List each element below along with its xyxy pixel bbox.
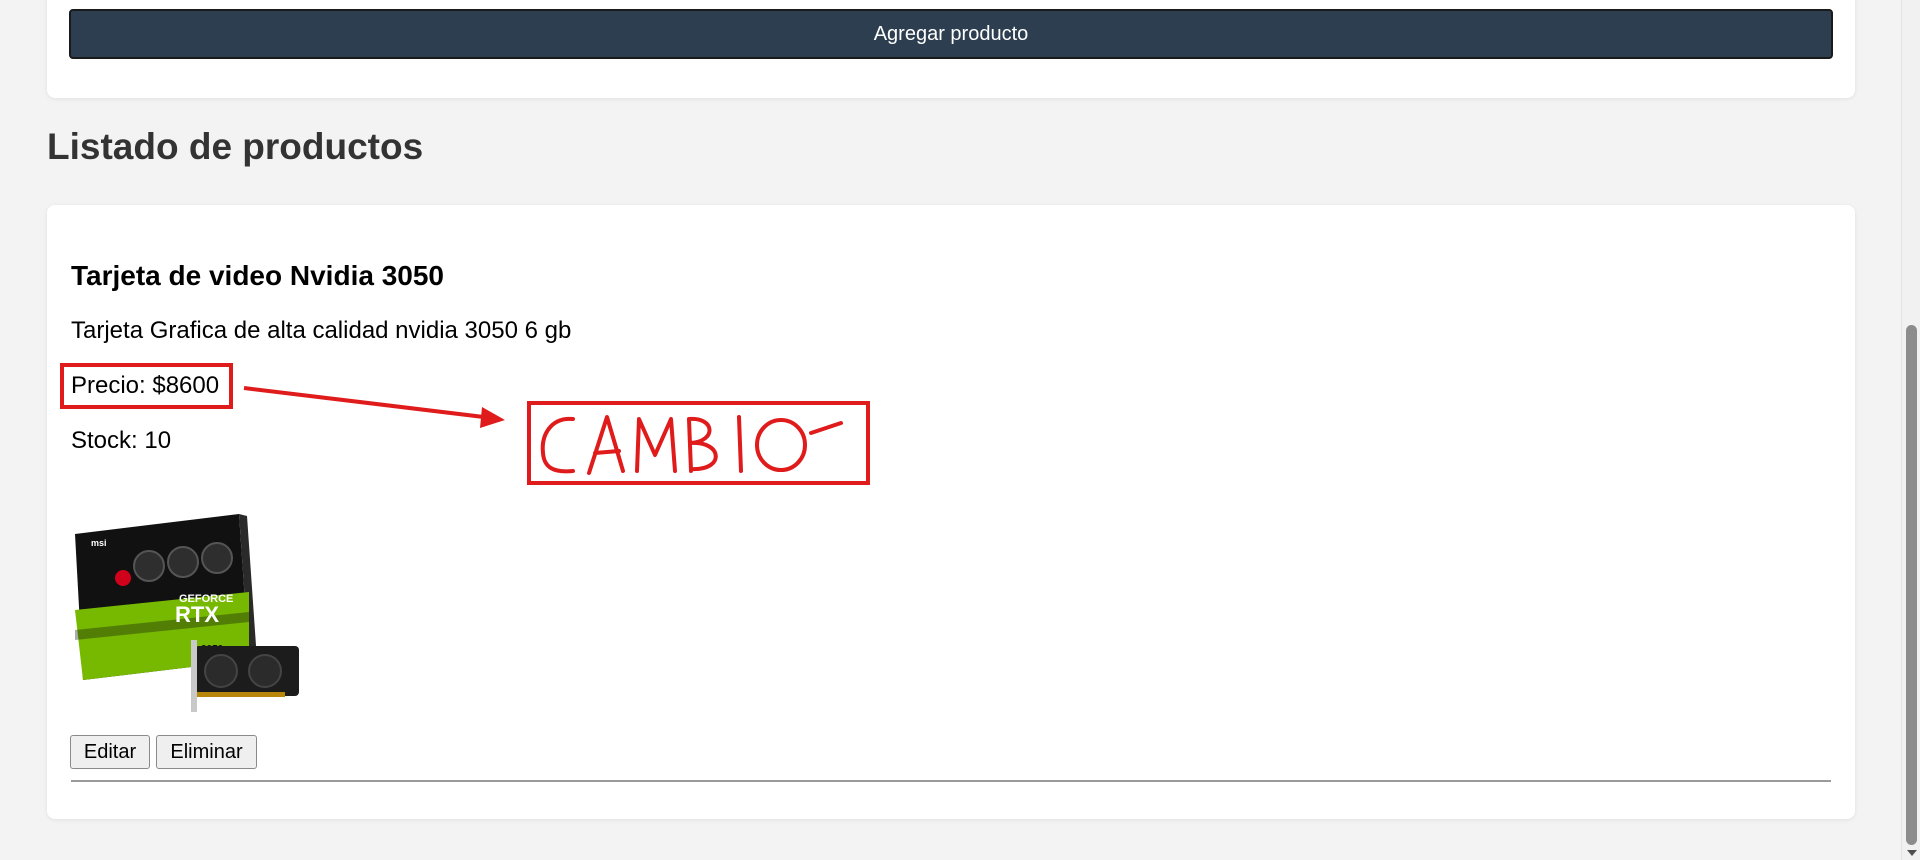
box-label-line2: RTX: [175, 602, 219, 627]
page: Agregar producto Listado de productos Ta…: [0, 0, 1901, 860]
product-stock: Stock: 10: [71, 427, 172, 454]
add-product-button[interactable]: Agregar producto: [69, 9, 1833, 59]
handwritten-cambio-text: [540, 415, 843, 475]
vertical-scrollbar[interactable]: [1901, 0, 1920, 860]
box-brand-text: msi: [91, 538, 107, 548]
add-product-form-card: Agregar producto: [47, 0, 1855, 98]
scrollbar-thumb[interactable]: [1906, 325, 1917, 845]
delete-button[interactable]: Eliminar: [156, 735, 257, 769]
product-card: Tarjeta de video Nvidia 3050 Tarjeta Gra…: [47, 205, 1855, 819]
annotation-arrow-icon: [243, 386, 505, 428]
annotation-box: [527, 401, 870, 485]
price-highlight-box: [60, 363, 233, 409]
product-description: Tarjeta Grafica de alta calidad nvidia 3…: [71, 317, 572, 344]
edit-button[interactable]: Editar: [70, 735, 150, 769]
scroll-down-arrow-icon[interactable]: [1907, 850, 1917, 856]
graphics-card-product-image: msi GEFORCE RTX 3050: [75, 514, 299, 712]
product-name: Tarjeta de video Nvidia 3050: [71, 260, 444, 291]
divider: [71, 780, 1831, 782]
product-list-title: Listado de productos: [47, 126, 424, 167]
